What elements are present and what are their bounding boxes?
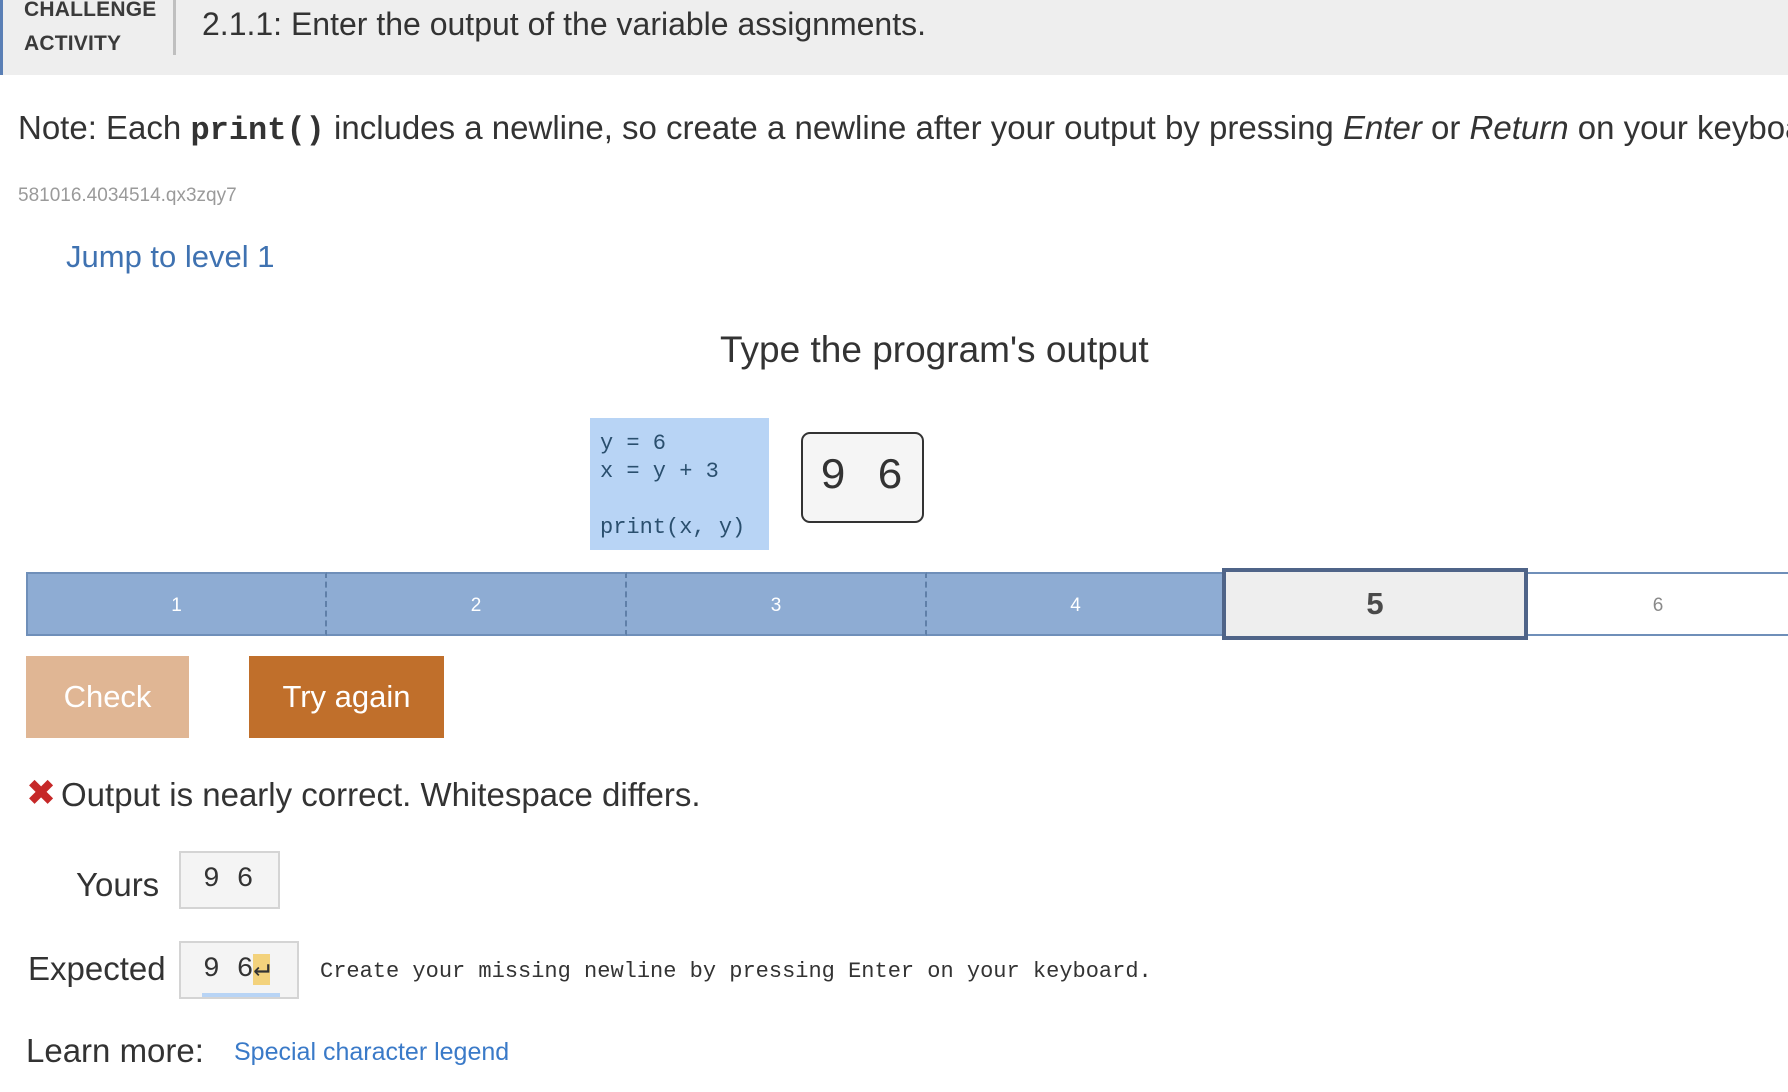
challenge-label-line1: CHALLENGE xyxy=(24,0,157,21)
newline-icon: ↵ xyxy=(253,954,271,985)
expected-underline xyxy=(202,993,280,997)
output-answer-field[interactable]: 9 6 xyxy=(801,432,924,523)
missing-newline-message: Create your missing newline by pressing … xyxy=(320,959,1152,984)
activity-id: 581016.4034514.qx3zqy7 xyxy=(18,185,237,206)
code-block: y = 6 x = y + 3 print(x, y) xyxy=(590,418,769,550)
special-character-legend-link[interactable]: Special character legend xyxy=(234,1036,509,1068)
feedback-message: Output is nearly correct. Whitespace dif… xyxy=(61,776,701,813)
error-x-icon: ✖ xyxy=(26,772,57,813)
level-2[interactable]: 2 xyxy=(327,572,627,636)
expected-output: 9 6↵ xyxy=(179,941,299,999)
yours-label: Yours xyxy=(76,866,160,903)
print-code: print() xyxy=(190,112,325,149)
code-line: y = 6 xyxy=(600,431,667,456)
jump-to-level-link[interactable]: Jump to level 1 xyxy=(66,237,275,277)
level-6[interactable]: 6 xyxy=(1528,572,1788,636)
level-4[interactable]: 4 xyxy=(927,572,1224,636)
newline-note: Note: Each print() includes a newline, s… xyxy=(18,109,1788,149)
code-line: print(x, y) xyxy=(600,515,746,540)
expected-text: 9 6 xyxy=(203,954,254,985)
header-divider xyxy=(173,0,176,55)
check-button[interactable]: Check xyxy=(26,656,189,738)
level-progress-bar: 1 2 3 4 5 6 xyxy=(26,568,1788,640)
level-3[interactable]: 3 xyxy=(627,572,927,636)
learn-more-label: Learn more: xyxy=(26,1032,204,1069)
challenge-label-line2: ACTIVITY xyxy=(24,32,122,55)
activity-title: 2.1.1: Enter the output of the variable … xyxy=(202,6,926,42)
level-1[interactable]: 1 xyxy=(26,572,327,636)
code-line: x = y + 3 xyxy=(600,459,719,484)
try-again-button[interactable]: Try again xyxy=(249,656,444,738)
level-5-current[interactable]: 5 xyxy=(1222,568,1528,640)
yours-output: 9 6 xyxy=(179,851,280,909)
challenge-activity-label: CHALLENGE ACTIVITY xyxy=(24,0,156,61)
prompt-title: Type the program's output xyxy=(720,329,1149,370)
expected-label: Expected xyxy=(28,950,166,987)
